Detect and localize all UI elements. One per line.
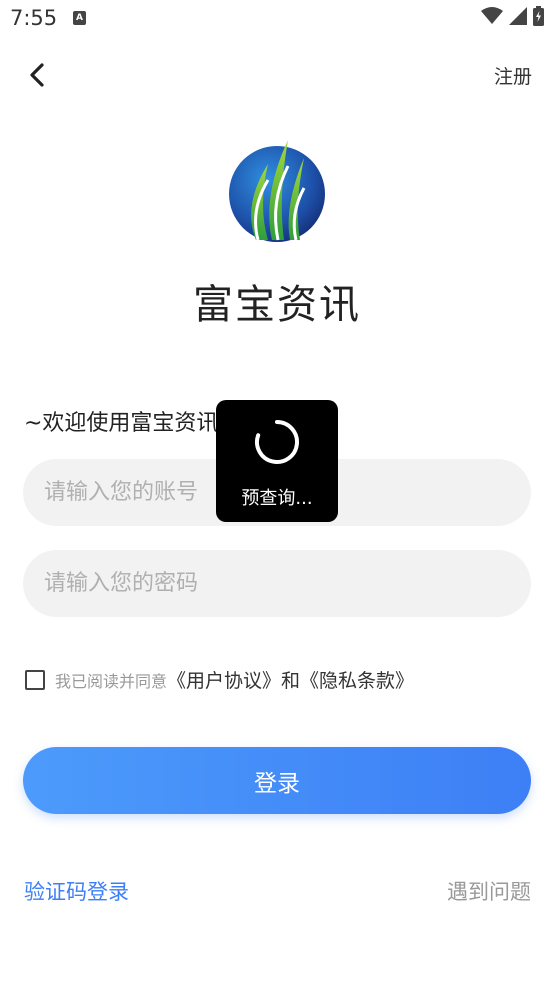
loading-dialog: 预查询...	[216, 400, 338, 522]
status-icons	[481, 6, 544, 26]
app-name: 富宝资讯	[193, 282, 361, 328]
login-button[interactable]: 登录	[23, 747, 531, 814]
loading-text: 预查询...	[241, 488, 313, 509]
password-input[interactable]	[23, 550, 531, 617]
password-field-wrap	[23, 550, 531, 617]
app-logo	[229, 140, 325, 242]
status-time: 7:55	[10, 6, 58, 30]
agree-checkbox[interactable]	[25, 669, 45, 690]
welcome-text: ~欢迎使用富宝资讯	[24, 411, 219, 436]
top-nav: 注册	[0, 52, 554, 98]
chevron-left-icon	[30, 63, 44, 87]
code-login-link[interactable]: 验证码登录	[24, 876, 129, 906]
privacy-policy-link[interactable]: 《隐私条款》	[300, 666, 414, 693]
agreement-row: 我已阅读并同意 《用户协议》 和 《隐私条款》	[25, 666, 414, 693]
and-text: 和	[281, 670, 301, 692]
signal-icon	[509, 7, 527, 25]
register-link[interactable]: 注册	[494, 62, 532, 89]
agree-prefix: 我已阅读并同意	[55, 671, 168, 691]
problem-link[interactable]: 遇到问题	[447, 876, 531, 906]
back-button[interactable]	[22, 58, 56, 92]
wifi-icon	[481, 7, 503, 24]
battery-icon	[533, 6, 544, 26]
spinner-icon	[255, 420, 299, 464]
status-bar: 7:55 A	[0, 0, 554, 38]
notification-icon: A	[73, 11, 86, 25]
user-agreement-link[interactable]: 《用户协议》	[167, 666, 281, 693]
